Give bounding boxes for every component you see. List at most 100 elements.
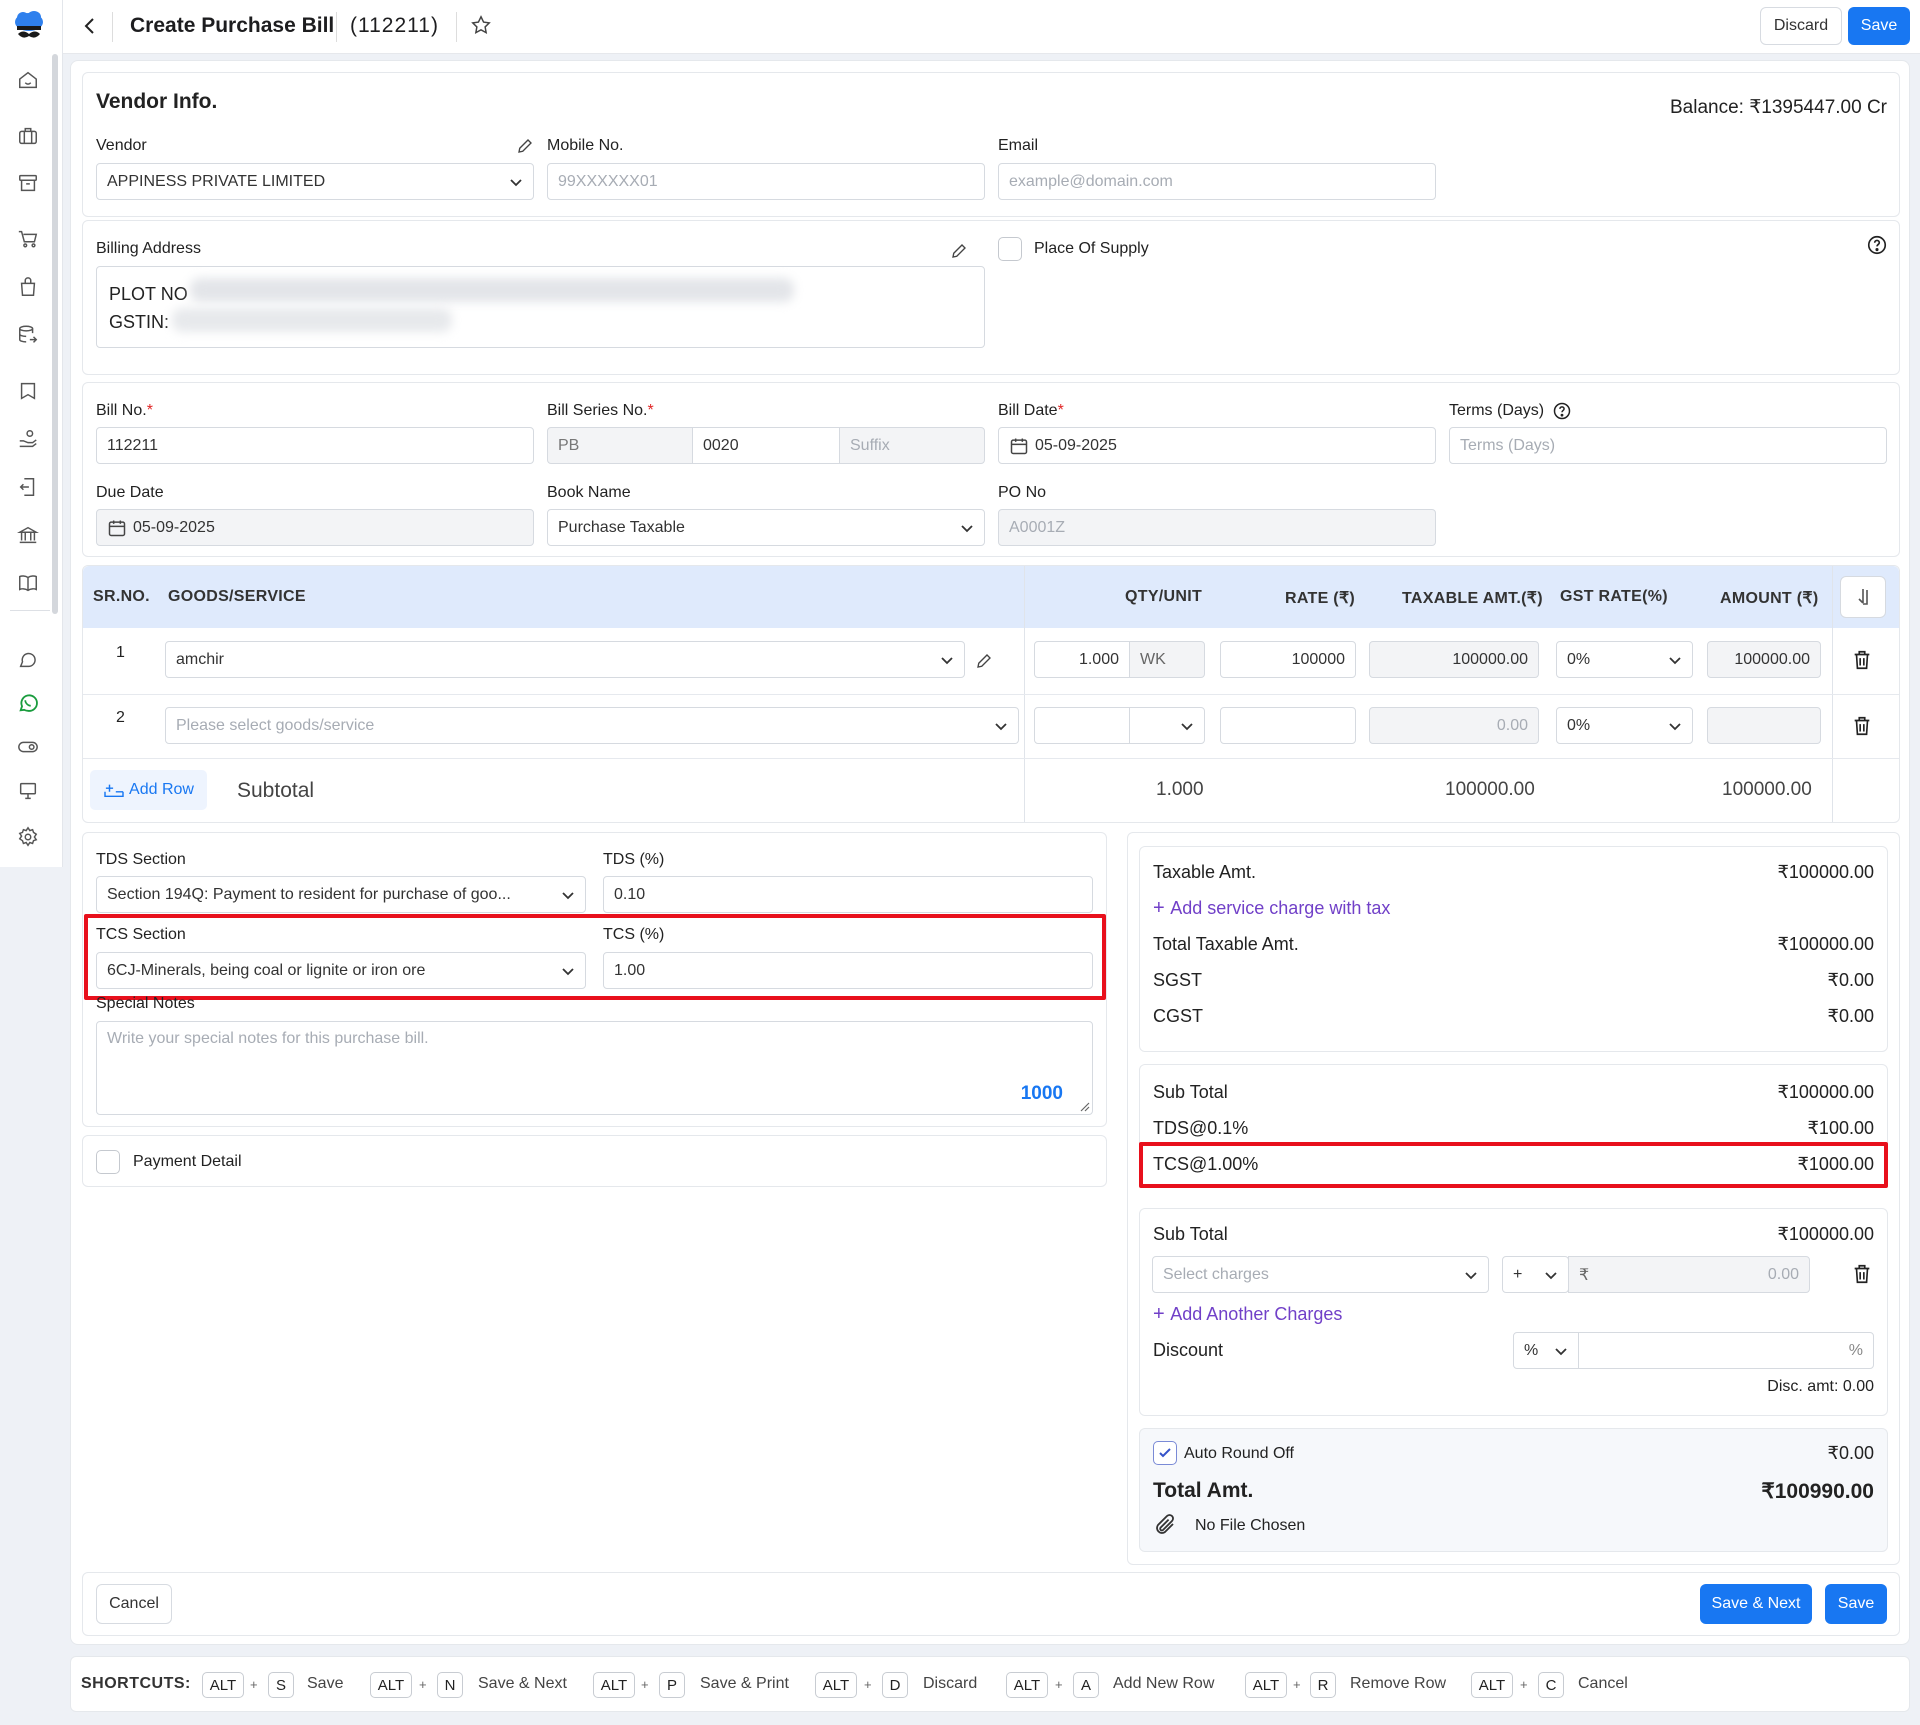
subtotal2-value: ₹100000.00 bbox=[1777, 1224, 1874, 1244]
database-export-icon[interactable] bbox=[15, 322, 41, 348]
vendor-value: APPINESS PRIVATE LIMITED bbox=[107, 172, 326, 190]
series-number-input[interactable]: 0020 bbox=[692, 427, 840, 464]
tcs-highlight-box bbox=[84, 914, 1106, 1000]
save-next-button[interactable]: Save & Next bbox=[1700, 1584, 1812, 1624]
place-of-supply-checkbox[interactable] bbox=[998, 237, 1022, 261]
terms-placeholder: Terms (Days) bbox=[1460, 436, 1556, 454]
subtotal1-value: ₹100000.00 bbox=[1777, 1082, 1874, 1102]
terms-help-icon[interactable] bbox=[1552, 401, 1572, 421]
payment-detail-label: Payment Detail bbox=[133, 1153, 242, 1170]
attachment-icon[interactable] bbox=[1153, 1513, 1177, 1537]
hand-coins-icon[interactable] bbox=[15, 426, 41, 452]
redacted-gstin bbox=[172, 308, 452, 332]
bill-no-input[interactable]: 112211 bbox=[96, 427, 534, 464]
shortcuts-bar bbox=[70, 1656, 1910, 1712]
row1-gst-select[interactable]: 0% bbox=[1556, 641, 1693, 678]
edit-billing-icon[interactable] bbox=[950, 242, 968, 260]
edit-vendor-icon[interactable] bbox=[516, 137, 534, 155]
briefcase-icon[interactable] bbox=[15, 123, 41, 149]
delete-row1-icon[interactable] bbox=[1851, 648, 1873, 672]
row1-qty: 1.000 bbox=[1078, 650, 1119, 668]
shortcut-action: Add New Row bbox=[1113, 1675, 1215, 1692]
open-book-icon[interactable] bbox=[15, 570, 41, 596]
tds-pct-label: TDS (%) bbox=[603, 851, 665, 868]
add-service-charge-link[interactable]: + Add service charge with tax bbox=[1153, 897, 1390, 920]
auto-round-off-checkbox[interactable] bbox=[1153, 1441, 1177, 1465]
series-prefix-input[interactable]: PB bbox=[547, 427, 693, 464]
logo-icon[interactable] bbox=[12, 10, 46, 46]
star-icon[interactable] bbox=[470, 14, 492, 36]
sidebar-scrollbar[interactable] bbox=[52, 54, 58, 614]
book-icon[interactable] bbox=[15, 378, 41, 404]
header-goods: GOODS/SERVICE bbox=[168, 588, 306, 605]
delete-row2-icon[interactable] bbox=[1851, 714, 1873, 738]
po-no-input[interactable]: A0001Z bbox=[998, 509, 1436, 546]
shortcuts-label: SHORTCUTS: bbox=[81, 1675, 191, 1692]
cart-icon[interactable] bbox=[15, 226, 41, 252]
back-icon[interactable] bbox=[80, 14, 100, 38]
resize-handle-icon[interactable] bbox=[1080, 1102, 1090, 1112]
po-no-label: PO No bbox=[998, 484, 1047, 501]
discount-type: % bbox=[1524, 1341, 1539, 1359]
return-icon[interactable] bbox=[15, 474, 41, 500]
row2-qty-input[interactable] bbox=[1034, 707, 1130, 744]
footer-save-button[interactable]: Save bbox=[1825, 1584, 1887, 1624]
due-date-input[interactable]: 05-09-2025 bbox=[96, 509, 534, 546]
terms-input[interactable]: Terms (Days) bbox=[1449, 427, 1887, 464]
charges-sign-select[interactable]: + bbox=[1502, 1256, 1569, 1293]
row1-rate-input[interactable]: 100000 bbox=[1220, 641, 1356, 678]
bank-icon[interactable] bbox=[15, 522, 41, 548]
mobile-input[interactable]: 99XXXXXX01 bbox=[547, 163, 985, 200]
settings-icon[interactable] bbox=[15, 824, 41, 850]
row1-unit[interactable]: WK bbox=[1129, 641, 1205, 678]
row2-unit-select[interactable] bbox=[1129, 707, 1205, 744]
toggle-icon[interactable] bbox=[15, 734, 41, 760]
shortcut-action: Save & Print bbox=[700, 1675, 789, 1692]
chat-icon[interactable] bbox=[15, 646, 41, 672]
row1-goods-select[interactable]: amchir bbox=[165, 641, 965, 678]
discount-input[interactable]: % bbox=[1578, 1332, 1874, 1369]
chevron-down-icon bbox=[1669, 722, 1681, 730]
series-suffix-input[interactable]: Suffix bbox=[839, 427, 985, 464]
add-row-button[interactable]: Add Row bbox=[90, 770, 207, 810]
archive-icon[interactable] bbox=[15, 170, 41, 196]
column-settings-button[interactable] bbox=[1840, 576, 1886, 618]
bag-icon[interactable] bbox=[15, 274, 41, 300]
bill-date-input[interactable]: 05-09-2025 bbox=[998, 427, 1436, 464]
payment-detail-checkbox[interactable] bbox=[96, 1150, 120, 1174]
vendor-select[interactable]: APPINESS PRIVATE LIMITED bbox=[96, 163, 534, 200]
help-icon[interactable] bbox=[1866, 234, 1888, 256]
delete-charge-icon[interactable] bbox=[1851, 1262, 1873, 1286]
tds-value: ₹100.00 bbox=[1807, 1118, 1874, 1138]
bill-no-value: 112211 bbox=[107, 436, 159, 454]
save-button[interactable]: Save bbox=[1848, 7, 1910, 45]
row2-rate-input[interactable] bbox=[1220, 707, 1356, 744]
email-placeholder: example@domain.com bbox=[1009, 172, 1173, 190]
tds-pct-input[interactable]: 0.10 bbox=[603, 876, 1093, 913]
email-input[interactable]: example@domain.com bbox=[998, 163, 1436, 200]
cancel-button[interactable]: Cancel bbox=[96, 1584, 172, 1624]
book-name-select[interactable]: Purchase Taxable bbox=[547, 509, 985, 546]
row2-goods-select[interactable]: Please select goods/service bbox=[165, 707, 1019, 744]
billing-label: Billing Address bbox=[96, 240, 201, 257]
discard-button[interactable]: Discard bbox=[1760, 7, 1842, 45]
home-icon[interactable] bbox=[15, 67, 41, 93]
page-title: Create Purchase Bill bbox=[130, 14, 335, 37]
add-another-charges-link[interactable]: + Add Another Charges bbox=[1153, 1303, 1342, 1326]
edit-row1-icon[interactable] bbox=[975, 652, 993, 670]
monitor-icon[interactable] bbox=[15, 778, 41, 804]
po-no-placeholder: A0001Z bbox=[1009, 518, 1066, 536]
tds-section-select[interactable]: Section 194Q: Payment to resident for pu… bbox=[96, 876, 586, 913]
row2-gst-select[interactable]: 0% bbox=[1556, 707, 1693, 744]
kbd-alt: ALT bbox=[1245, 1672, 1287, 1698]
charges-select[interactable]: Select charges bbox=[1152, 1256, 1489, 1293]
shortcut-action: Save & Next bbox=[478, 1675, 567, 1692]
row1-qty-input[interactable]: 1.000 bbox=[1034, 641, 1130, 678]
discount-type-select[interactable]: % bbox=[1513, 1332, 1579, 1369]
chevron-down-icon bbox=[562, 891, 574, 899]
whatsapp-icon[interactable] bbox=[15, 690, 41, 716]
row1-goods: amchir bbox=[176, 650, 225, 668]
tds-label: TDS@0.1% bbox=[1153, 1118, 1249, 1138]
charges-amount-input[interactable]: ₹ 0.00 bbox=[1568, 1256, 1810, 1293]
due-date-value: 05-09-2025 bbox=[133, 518, 215, 536]
